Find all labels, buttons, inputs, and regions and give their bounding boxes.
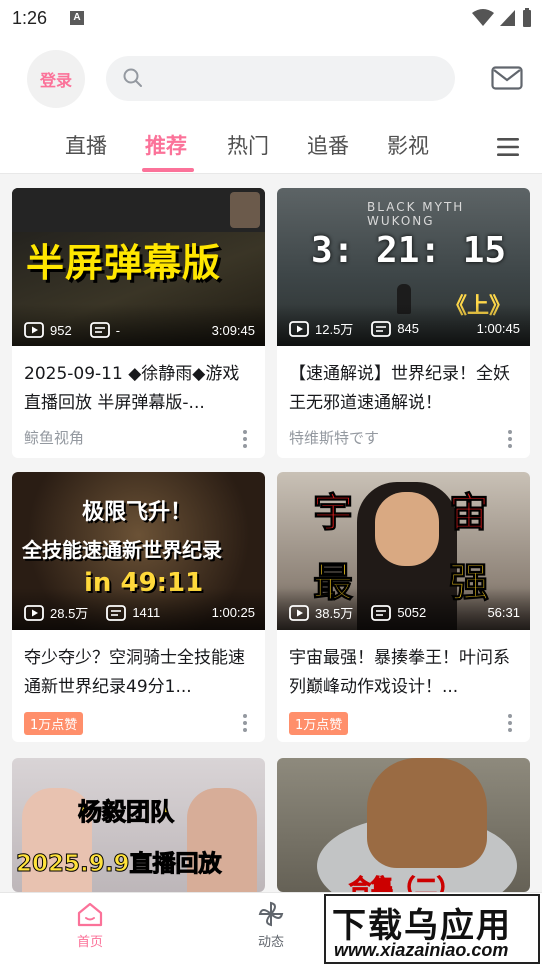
video-thumbnail: BLACK MYTH WUKONG 3: 21: 15 《上》 12.5万 84… <box>277 188 530 346</box>
danmaku-icon <box>371 604 392 621</box>
wifi-icon <box>472 9 494 26</box>
danmaku-count: 5052 <box>397 605 427 620</box>
danmaku-count: - <box>115 322 121 338</box>
video-stats: 28.5万 1411 1:00:25 <box>24 603 255 622</box>
video-thumbnail: 合集（二） <box>277 758 530 892</box>
danmaku-count: 1411 <box>132 605 161 620</box>
video-title[interactable]: 2025-09-11 ◆徐静雨◆游戏直播回放 半屏弹幕版-... <box>12 346 265 418</box>
status-time: 1:26 <box>12 8 48 28</box>
thumbnail-caption: 半屏弹幕版 <box>26 241 222 285</box>
nav-home[interactable]: 首页 <box>50 901 130 950</box>
play-count-icon <box>289 320 309 337</box>
video-card[interactable]: 宇 宙 最 强 38.5万 5052 56:31 宇宙最强！暴揍拳王！叶问系列巅… <box>277 472 530 742</box>
tab-recommend[interactable]: 推荐 <box>145 130 187 160</box>
thumbnail-line: 全技能速通新世界纪录 <box>22 538 222 562</box>
view-count: 12.5万 <box>315 322 354 337</box>
tab-anime[interactable]: 追番 <box>307 130 349 160</box>
play-count-icon <box>24 322 44 338</box>
card-meta: 特维斯特です <box>277 418 530 458</box>
danmaku-icon <box>371 320 392 337</box>
video-thumbnail: 宇 宙 最 强 38.5万 5052 56:31 <box>277 472 530 630</box>
likes-badge: 1万点赞 <box>289 712 349 735</box>
video-title[interactable]: 【速通解说】世界纪录！全妖王无邪道速通解说！ <box>277 346 530 418</box>
video-card[interactable]: 杨毅团队 2025.9.9直播回放 <box>12 758 265 892</box>
tab-film[interactable]: 影视 <box>387 130 429 160</box>
video-duration: 1:00:25 <box>211 605 255 620</box>
video-stats: 38.5万 5052 56:31 <box>289 603 520 622</box>
likes-badge: 1万点赞 <box>24 712 84 735</box>
thumbnail-line: 极限飞升！ <box>82 500 193 525</box>
more-options-icon[interactable] <box>508 430 512 451</box>
status-bar: 1:26 A <box>0 0 542 38</box>
video-stats: 952 - 3:09:45 <box>24 322 255 338</box>
thumbnail-line: 2025.9.9直播回放 <box>16 851 222 878</box>
video-thumbnail: 极限飞升！ 全技能速通新世界纪录 in 49:11 28.5万 1411 1:0… <box>12 472 265 630</box>
system-icons <box>472 8 532 28</box>
play-count-icon <box>289 604 309 621</box>
signal-icon <box>500 10 515 26</box>
video-thumbnail: 杨毅团队 2025.9.9直播回放 <box>12 758 265 892</box>
play-count-icon <box>24 604 44 621</box>
thumbnail-line: 宙 <box>449 490 490 537</box>
card-meta: 鲸鱼视角 <box>12 418 265 458</box>
video-duration: 56:31 <box>487 605 520 620</box>
tab-live[interactable]: 直播 <box>65 130 107 160</box>
video-card[interactable]: 合集（二） <box>277 758 530 892</box>
video-duration: 3:09:45 <box>211 322 255 338</box>
more-options-icon[interactable] <box>243 714 247 735</box>
active-tab-indicator <box>142 168 194 172</box>
video-card[interactable]: BLACK MYTH WUKONG 3: 21: 15 《上》 12.5万 84… <box>277 188 530 458</box>
author-name[interactable]: 特维斯特です <box>289 429 379 447</box>
more-options-icon[interactable] <box>508 714 512 735</box>
nav-dynamic[interactable]: 动态 <box>231 901 311 950</box>
watermark-url: www.xiazainiao.com <box>334 940 509 960</box>
video-card[interactable]: 极限飞升！ 全技能速通新世界纪录 in 49:11 28.5万 1411 1:0… <box>12 472 265 742</box>
pinwheel-icon <box>258 901 284 927</box>
battery-icon <box>523 8 531 27</box>
video-title[interactable]: 宇宙最强！暴揍拳王！叶问系列巅峰动作戏设计！... <box>277 630 530 702</box>
search-input[interactable] <box>152 64 442 94</box>
danmaku-count: 845 <box>397 321 420 336</box>
view-count: 38.5万 <box>315 606 354 621</box>
more-options-icon[interactable] <box>243 430 247 451</box>
nav-dynamic-label: 动态 <box>257 935 284 950</box>
search-bar[interactable] <box>106 56 455 101</box>
danmaku-icon <box>89 322 110 338</box>
view-count: 952 <box>50 322 72 338</box>
menu-icon[interactable] <box>497 137 519 157</box>
search-icon <box>123 68 142 87</box>
site-watermark: 下载乌应用 www.xiazainiao.com <box>324 894 540 964</box>
channel-tabs: 直播 推荐 热门 追番 影视 <box>0 118 542 174</box>
author-name[interactable]: 鲸鱼视角 <box>24 429 84 447</box>
tab-hot[interactable]: 热门 <box>227 130 269 160</box>
video-duration: 1:00:45 <box>476 321 520 336</box>
thumbnail-line: 杨毅团队 <box>78 798 175 827</box>
thumbnail-caption: 3: 21: 15 <box>311 230 507 271</box>
login-button[interactable]: 登录 <box>27 50 85 108</box>
video-thumbnail: 半屏弹幕版 952 - 3:09:45 <box>12 188 265 346</box>
view-count: 28.5万 <box>50 606 89 621</box>
danmaku-icon <box>106 604 127 621</box>
thumbnail-brand: BLACK MYTH WUKONG <box>367 200 465 228</box>
card-meta: 1万点赞 <box>12 702 265 742</box>
home-icon <box>77 902 103 927</box>
thumbnail-line: 宇 <box>313 490 354 537</box>
mail-icon[interactable] <box>491 66 523 90</box>
video-card[interactable]: 半屏弹幕版 952 - 3:09:45 2025-09-11 ◆徐静雨◆游戏直播… <box>12 188 265 458</box>
nav-home-label: 首页 <box>76 935 103 950</box>
video-stats: 12.5万 845 1:00:45 <box>289 319 520 338</box>
notification-a-icon: A <box>70 11 84 25</box>
video-title[interactable]: 夺少夺少？空洞骑士全技能速通新世界纪录49分1... <box>12 630 265 702</box>
thumbnail-line: 合集（二） <box>348 876 460 893</box>
top-header: 登录 <box>0 38 542 118</box>
card-meta: 1万点赞 <box>277 702 530 742</box>
